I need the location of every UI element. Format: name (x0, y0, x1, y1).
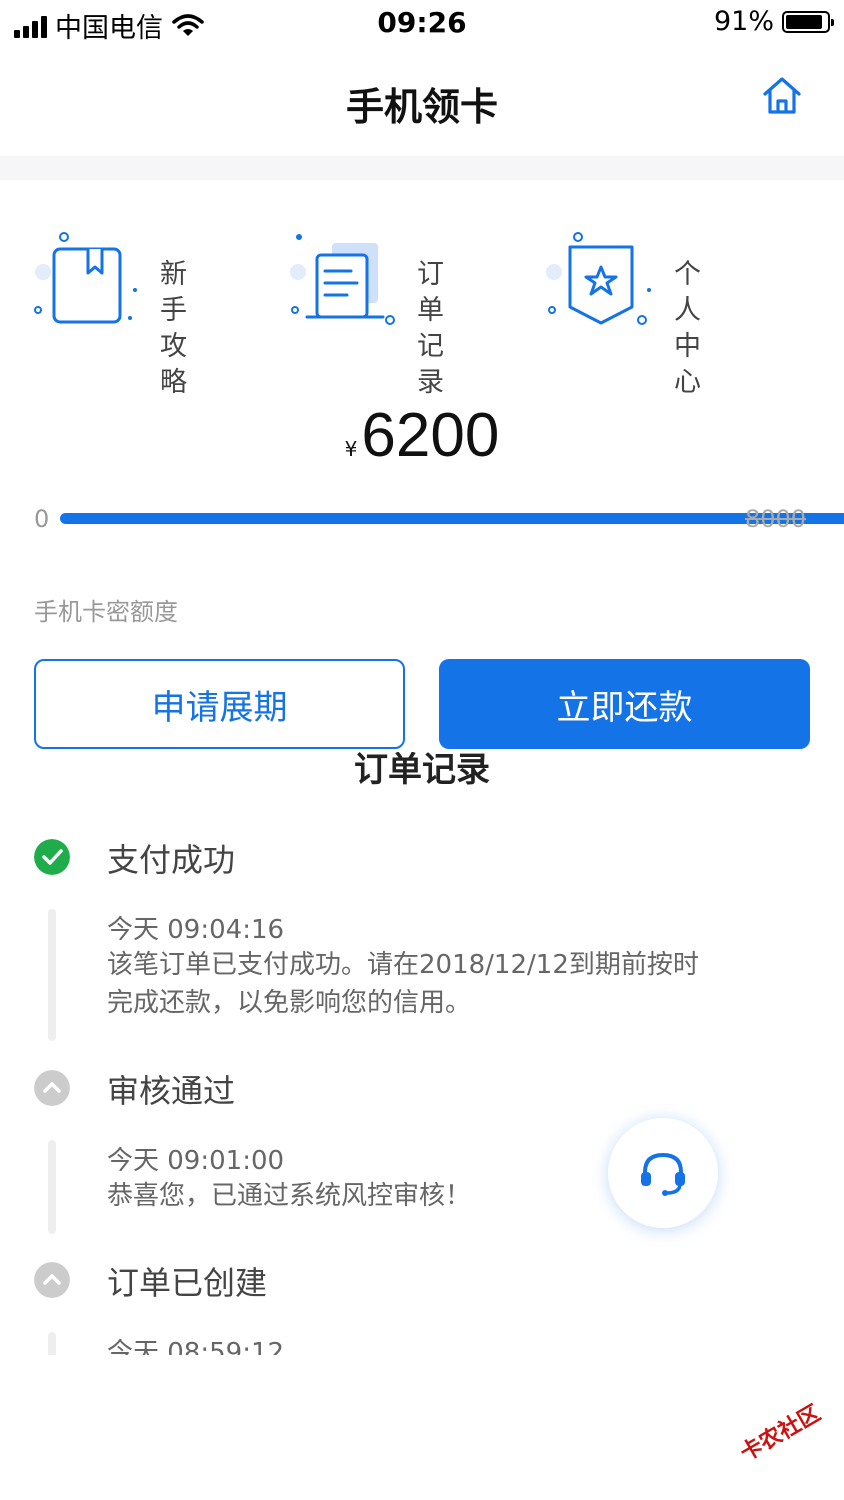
timeline-title: 审核通过 (107, 1072, 236, 1110)
timeline-title: 订单已创建 (107, 1264, 268, 1302)
timeline-title: 支付成功 (107, 841, 236, 879)
menu-label: 个 人中 心 (674, 259, 719, 398)
amount-value: 6200 (361, 401, 500, 470)
menu-item-guide[interactable]: 新 手攻 略 (30, 215, 270, 398)
bookmark-book-icon (34, 232, 137, 324)
divider (0, 156, 844, 180)
section-title: 订单记录 (354, 752, 490, 790)
battery-percent: 91% (713, 6, 774, 37)
page-title: 手机领卡 (345, 85, 498, 129)
timeline-time: 今天 09:01:00 (107, 1146, 285, 1176)
timeline-time: 今天 09:04:16 (107, 915, 285, 945)
repay-button[interactable]: 立即还款 (439, 659, 810, 749)
timeline-line (48, 1140, 56, 1234)
range-min: 0 (34, 505, 50, 533)
credit-amount: ¥6200 (0, 400, 844, 471)
quick-menu: 新 手攻 略 订 单记 录 个 人 中 心 (0, 215, 844, 398)
headset-icon (641, 1152, 685, 1196)
chevron-up-circle-icon[interactable] (34, 1262, 70, 1298)
limit-label: 手机卡密额度 (34, 598, 178, 626)
home-icon[interactable] (760, 74, 804, 118)
timeline-desc: 该笔订单已支付成功。请在2018/12/12到期前按时完成还款，以免影响您的信用… (107, 950, 699, 1018)
extend-button[interactable]: 申请展期 (34, 659, 405, 749)
menu-label: 订 单记 录 (417, 259, 462, 398)
battery-icon (782, 10, 834, 33)
check-circle-icon (34, 839, 70, 875)
chevron-up-circle-icon[interactable] (34, 1070, 70, 1106)
menu-item-orders[interactable]: 订 单记 录 (287, 215, 527, 398)
star-badge-icon (546, 232, 651, 325)
currency-symbol: ¥ (344, 437, 358, 461)
status-right: 91% (713, 6, 834, 37)
credit-slider-track[interactable] (60, 513, 844, 524)
status-bar: 中国电信 09:26 91% (0, 0, 844, 48)
document-list-icon (290, 234, 395, 325)
menu-item-profile[interactable]: 个 人中 心 (544, 215, 784, 398)
menu-label: 新 手攻 略 (160, 259, 205, 398)
range-max: 8000 (745, 505, 807, 533)
bottom-area (0, 1355, 844, 1500)
nav-bar: 手机领卡 (0, 60, 844, 140)
customer-service-button[interactable] (608, 1118, 718, 1228)
timeline-line (48, 909, 56, 1041)
